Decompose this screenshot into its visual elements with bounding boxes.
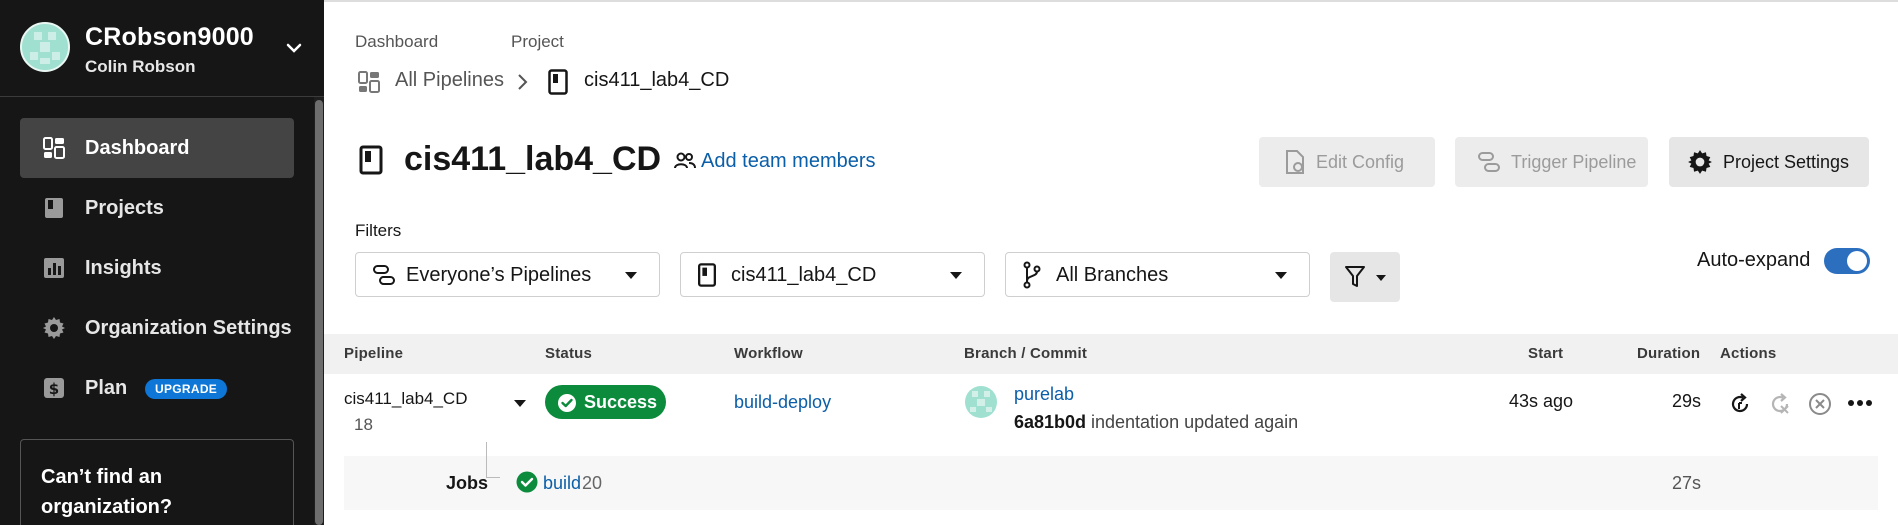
sidebar-item-label: Insights: [85, 257, 162, 279]
sidebar-item-dashboard[interactable]: Dashboard: [20, 118, 294, 178]
auto-expand-label: Auto-expand: [1697, 249, 1811, 271]
start-time: 43s ago: [1508, 391, 1573, 411]
column-header-workflow: Workflow: [734, 345, 803, 362]
filter-icon: [1345, 266, 1365, 287]
commit-hash-link[interactable]: 6a81b0d: [1014, 412, 1086, 433]
branch-filter-value: All Branches: [1056, 264, 1169, 286]
breadcrumb-all-pipelines[interactable]: All Pipelines: [395, 69, 504, 92]
success-icon: [516, 471, 538, 493]
gear-icon: [1688, 150, 1712, 174]
avatar: [965, 386, 997, 418]
main-content: Dashboard Project All Pipelines cis411_l…: [324, 0, 1898, 525]
status-badge[interactable]: Success: [545, 385, 666, 419]
sidebar-item-label: Projects: [85, 197, 164, 219]
branch-icon: [1023, 261, 1041, 289]
job-duration: 27s: [1671, 473, 1701, 493]
rerun-icon[interactable]: [1728, 392, 1752, 416]
branch-filter-dropdown[interactable]: All Branches: [1005, 252, 1310, 297]
project-settings-button[interactable]: Project Settings: [1669, 137, 1869, 187]
project-icon: [548, 69, 568, 95]
add-team-members-link[interactable]: Add team members: [701, 150, 876, 173]
sidebar-item-label: Organization Settings: [85, 317, 292, 339]
trigger-pipeline-label: Trigger Pipeline: [1511, 151, 1637, 172]
dashboard-icon: [358, 71, 380, 93]
org-avatar: [20, 22, 70, 72]
cant-find-organization-card: Can’t find an organization?: [20, 439, 294, 525]
breadcrumb-project-label: Project: [511, 32, 564, 51]
column-header-actions: Actions: [1720, 345, 1777, 362]
sidebar-item-plan[interactable]: $ Plan UPGRADE: [20, 358, 294, 418]
insights-icon: [44, 258, 64, 278]
pipeline-table-header: Pipeline Status Workflow Branch / Commit…: [324, 334, 1898, 374]
status-label: Success: [584, 392, 658, 412]
breadcrumb-dashboard-label: Dashboard: [355, 32, 439, 51]
jobs-label: Jobs: [446, 473, 489, 493]
chevron-down-icon[interactable]: [284, 38, 304, 58]
jobs-row: Jobs build 20 27s: [344, 442, 1878, 510]
sidebar-item-label: Plan: [85, 377, 128, 399]
duration: 29s: [1671, 391, 1701, 411]
filters-label: Filters: [355, 221, 402, 240]
caret-down-icon: [1376, 275, 1386, 281]
org-user-name: Colin Robson: [85, 57, 196, 76]
edit-config-icon: [1286, 150, 1304, 174]
project-filter-value: cis411_lab4_CD: [731, 264, 877, 286]
caret-down-icon: [1275, 272, 1287, 279]
sidebar: CRobson9000 Colin Robson Dashboard Proje…: [0, 0, 324, 525]
column-header-duration: Duration: [1637, 345, 1701, 362]
pipelines-icon: [373, 265, 395, 285]
pipeline-name-link[interactable]: cis411_lab4_CD: [344, 389, 467, 409]
rerun-failed-icon[interactable]: [1768, 392, 1792, 416]
caret-down-icon: [625, 272, 637, 279]
caret-down-icon: [950, 272, 962, 279]
trigger-pipeline-icon: [1478, 152, 1500, 172]
job-number: 20: [582, 473, 603, 493]
org-name: CRobson9000: [85, 23, 254, 51]
column-header-status: Status: [545, 345, 593, 362]
commit-message: indentation updated again: [1091, 412, 1299, 432]
column-header-branch-commit: Branch / Commit: [964, 345, 1088, 362]
advanced-filter-button[interactable]: [1330, 252, 1400, 302]
team-icon[interactable]: [674, 152, 696, 170]
project-icon: [359, 145, 383, 175]
branch-link[interactable]: purelab: [1014, 384, 1074, 405]
project-settings-label: Project Settings: [1723, 151, 1850, 172]
trigger-pipeline-button[interactable]: Trigger Pipeline: [1455, 137, 1648, 187]
sidebar-item-organization-settings[interactable]: Organization Settings: [20, 298, 294, 358]
cant-find-text: Can’t find an organization?: [41, 466, 173, 518]
job-link[interactable]: build: [543, 473, 581, 494]
pipelines-filter-dropdown[interactable]: Everyone’s Pipelines: [355, 252, 660, 297]
expand-row-icon[interactable]: [514, 400, 526, 407]
edit-config-button[interactable]: Edit Config: [1259, 137, 1435, 187]
sidebar-item-insights[interactable]: Insights: [20, 238, 294, 298]
auto-expand-toggle[interactable]: [1824, 248, 1870, 274]
org-switcher[interactable]: CRobson9000 Colin Robson: [0, 0, 324, 97]
check-circle-icon: [558, 394, 576, 412]
cancel-icon[interactable]: [1808, 392, 1832, 416]
plan-icon: $: [44, 378, 64, 398]
dashboard-icon: [43, 137, 65, 159]
column-header-pipeline: Pipeline: [344, 345, 404, 362]
svg-text:$: $: [49, 380, 59, 398]
project-icon: [698, 263, 716, 287]
pipelines-filter-value: Everyone’s Pipelines: [406, 264, 592, 286]
sidebar-item-label: Dashboard: [85, 137, 190, 159]
workflow-link[interactable]: build-deploy: [734, 392, 831, 413]
project-filter-dropdown[interactable]: cis411_lab4_CD: [680, 252, 985, 297]
gear-icon: [43, 317, 65, 339]
sidebar-scrollbar-thumb[interactable]: [315, 100, 323, 525]
tree-connector: [486, 442, 500, 478]
breadcrumb-current-project: cis411_lab4_CD: [584, 69, 730, 91]
toggle-knob: [1847, 251, 1867, 271]
edit-config-label: Edit Config: [1316, 151, 1405, 172]
more-options-icon[interactable]: [1847, 399, 1873, 407]
project-icon: [45, 198, 63, 218]
page-title: cis411_lab4_CD: [404, 140, 662, 178]
chevron-right-icon: [518, 74, 528, 90]
sidebar-item-projects[interactable]: Projects: [20, 178, 294, 238]
column-header-start: Start: [1528, 345, 1564, 362]
pipeline-number: 18: [354, 415, 373, 434]
upgrade-badge[interactable]: UPGRADE: [145, 379, 228, 399]
